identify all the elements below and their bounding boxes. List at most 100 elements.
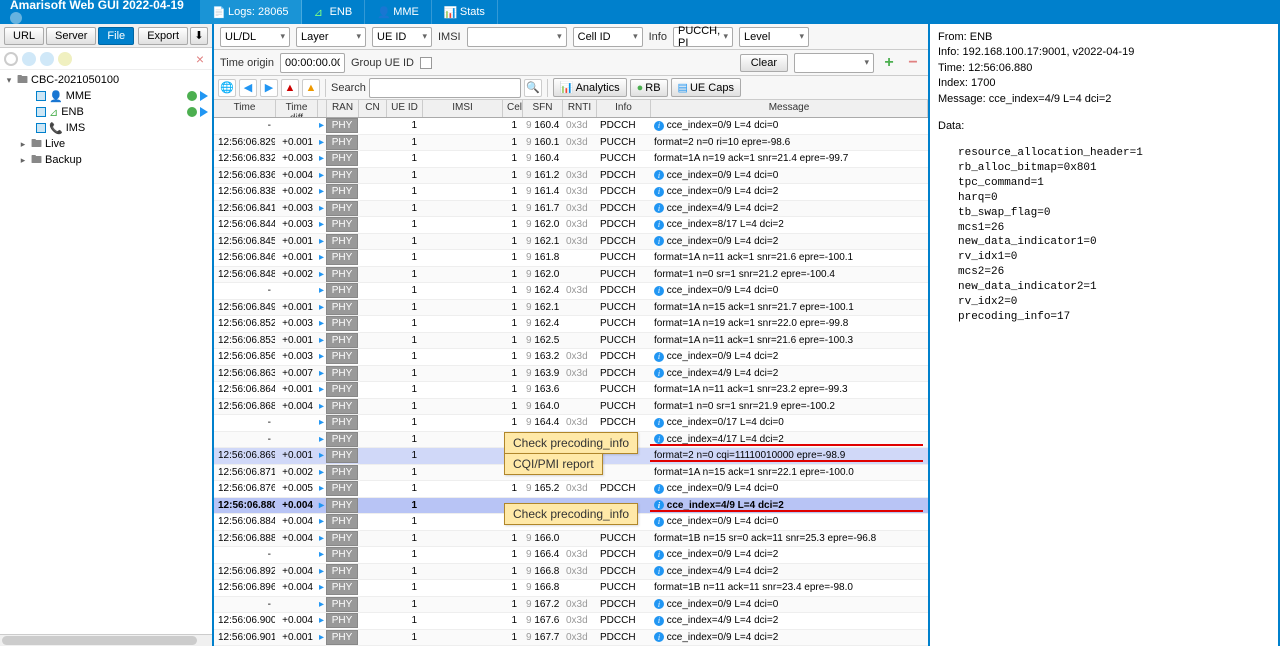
th-cell[interactable]: Cell bbox=[503, 100, 523, 117]
dl-arrow-icon: ▸ bbox=[319, 252, 324, 263]
close-icon[interactable]: × bbox=[196, 51, 208, 67]
search-input[interactable] bbox=[369, 78, 521, 98]
tab-enb[interactable]: ⊿ENB bbox=[302, 0, 366, 24]
group-ue-checkbox[interactable] bbox=[420, 57, 432, 69]
alert-icon[interactable]: ▲ bbox=[302, 79, 320, 97]
table-row[interactable]: 12:56:06.848+0.002▸PHY119 162.0PUCCHform… bbox=[214, 267, 928, 284]
next-icon[interactable]: ▶ bbox=[260, 79, 278, 97]
server-button[interactable]: Server bbox=[46, 27, 96, 45]
annotation-callout: Check precoding_info bbox=[504, 503, 638, 525]
clear-button[interactable]: Clear bbox=[740, 54, 788, 72]
table-row[interactable]: 12:56:06.863+0.007▸PHY119 163.90x3dPDCCH… bbox=[214, 366, 928, 383]
table-row[interactable]: 12:56:06.829+0.001▸PHY119 160.10x3dPUCCH… bbox=[214, 135, 928, 152]
table-row[interactable]: -▸PHY119 166.40x3dPDCCHi cce_index=0/9 L… bbox=[214, 547, 928, 564]
table-row[interactable]: 12:56:06.836+0.004▸PHY119 161.20x3dPDCCH… bbox=[214, 168, 928, 185]
analytics-button[interactable]: 📊Analytics bbox=[553, 78, 627, 97]
remove-icon[interactable]: − bbox=[904, 54, 922, 72]
filter-bar-1: UL/DL▾ Layer▾ UE ID▾ IMSI ▾ Cell ID▾ Inf… bbox=[214, 24, 928, 50]
dl-arrow-icon: ▸ bbox=[319, 186, 324, 197]
table-row[interactable]: -▸PHY119 160.40x3dPDCCHi cce_index=0/9 L… bbox=[214, 118, 928, 135]
circle-icon[interactable] bbox=[40, 52, 54, 66]
tree-root[interactable]: ▾🖿CBC-2021050100 bbox=[0, 72, 212, 88]
add-icon[interactable]: + bbox=[880, 54, 898, 72]
tab-mme[interactable]: 👤MME bbox=[365, 0, 432, 24]
rb-button[interactable]: ●RB bbox=[630, 79, 668, 97]
refresh-icon[interactable] bbox=[4, 52, 18, 66]
th-imsi[interactable]: IMSI bbox=[423, 100, 503, 117]
table-row[interactable]: 12:56:06.892+0.004▸PHY119 166.80x3dPDCCH… bbox=[214, 564, 928, 581]
info-icon: i bbox=[654, 220, 664, 230]
table-row[interactable]: 12:56:06.896+0.004▸PHY119 166.8PUCCHform… bbox=[214, 580, 928, 597]
dl-arrow-icon: ▸ bbox=[319, 137, 324, 148]
table-row[interactable]: 12:56:06.868+0.004▸PHY119 164.0PUCCHform… bbox=[214, 399, 928, 416]
table-row[interactable]: 12:56:06.864+0.001▸PHY119 163.6PUCCHform… bbox=[214, 382, 928, 399]
th-diff[interactable]: Time diff bbox=[276, 100, 318, 117]
warn-icon[interactable]: ▲ bbox=[281, 79, 299, 97]
tab-stats[interactable]: 📊Stats bbox=[432, 0, 498, 24]
dl-arrow-icon: ▸ bbox=[319, 351, 324, 362]
table-row[interactable]: 12:56:06.832+0.003▸PHY119 160.4PUCCHform… bbox=[214, 151, 928, 168]
table-row[interactable]: 12:56:06.901+0.001▸PHY119 167.70x3dPDCCH… bbox=[214, 630, 928, 646]
table-row[interactable]: 12:56:06.844+0.003▸PHY119 162.00x3dPDCCH… bbox=[214, 217, 928, 234]
dl-arrow-icon: ▸ bbox=[319, 203, 324, 214]
tree-mme[interactable]: 👤MME bbox=[0, 88, 212, 104]
hscrollbar[interactable] bbox=[0, 634, 212, 646]
ueid-select[interactable]: UE ID▾ bbox=[372, 27, 432, 47]
info-icon: i bbox=[654, 550, 664, 560]
th-info[interactable]: Info bbox=[597, 100, 651, 117]
th-sfn[interactable]: SFN bbox=[523, 100, 563, 117]
table-row[interactable]: 12:56:06.888+0.004▸PHY119 166.0PUCCHform… bbox=[214, 531, 928, 548]
dl-arrow-icon: ▸ bbox=[319, 318, 324, 329]
log-table[interactable]: Time Time diff RAN CN UE ID IMSI Cell SF… bbox=[214, 100, 928, 646]
globe-icon[interactable]: 🌐 bbox=[218, 79, 236, 97]
collapse-left-icon[interactable] bbox=[10, 12, 22, 24]
th-rnti[interactable]: RNTI bbox=[563, 100, 597, 117]
detail-from: From: ENB bbox=[938, 30, 1270, 45]
export-button[interactable]: Export bbox=[138, 27, 188, 45]
th-time[interactable]: Time bbox=[214, 100, 276, 117]
imsi-select[interactable]: ▾ bbox=[467, 27, 567, 47]
preset-select[interactable]: ▾ bbox=[794, 53, 874, 73]
cellid-select[interactable]: Cell ID▾ bbox=[573, 27, 643, 47]
info-select[interactable]: PUCCH, PI▾ bbox=[673, 27, 733, 47]
th-ran[interactable]: RAN bbox=[327, 100, 359, 117]
th-ueid[interactable]: UE ID bbox=[387, 100, 423, 117]
table-row[interactable]: 12:56:06.849+0.001▸PHY119 162.1PUCCHform… bbox=[214, 300, 928, 317]
tab-logs[interactable]: 📄Logs: 28065 bbox=[200, 0, 302, 24]
circle-icon[interactable] bbox=[22, 52, 36, 66]
prev-icon[interactable]: ◀ bbox=[239, 79, 257, 97]
table-row[interactable]: 12:56:06.838+0.002▸PHY119 161.40x3dPDCCH… bbox=[214, 184, 928, 201]
table-row[interactable]: 12:56:06.845+0.001▸PHY119 162.10x3dPDCCH… bbox=[214, 234, 928, 251]
table-row[interactable]: -▸PHY119 164.40x3dPDCCHi cce_index=0/17 … bbox=[214, 415, 928, 432]
dl-arrow-icon: ▸ bbox=[319, 599, 324, 610]
table-row[interactable]: 12:56:06.876+0.005▸PHY119 165.20x3dPDCCH… bbox=[214, 481, 928, 498]
url-button[interactable]: URL bbox=[4, 27, 44, 45]
download-icon[interactable]: ⬇ bbox=[190, 27, 208, 45]
table-row[interactable]: 12:56:06.900+0.004▸PHY119 167.60x3dPDCCH… bbox=[214, 613, 928, 630]
status-icon bbox=[187, 91, 197, 101]
uldl-select[interactable]: UL/DL▾ bbox=[220, 27, 290, 47]
table-row[interactable]: -▸PHY119 167.20x3dPDCCHi cce_index=0/9 L… bbox=[214, 597, 928, 614]
dl-arrow-icon: ▸ bbox=[319, 516, 324, 527]
tree-backup[interactable]: ▸🖿Backup bbox=[0, 152, 212, 168]
table-row[interactable]: 12:56:06.856+0.003▸PHY119 163.20x3dPDCCH… bbox=[214, 349, 928, 366]
annotation-callout: CQI/PMI report bbox=[504, 453, 603, 475]
ue-caps-button[interactable]: ▤UE Caps bbox=[671, 78, 741, 97]
table-row[interactable]: 12:56:06.841+0.003▸PHY119 161.70x3dPDCCH… bbox=[214, 201, 928, 218]
dl-arrow-icon: ▸ bbox=[319, 500, 324, 511]
left-panel: URL Server File Export ⬇ × ▾🖿CBC-2021050… bbox=[0, 24, 214, 646]
table-row[interactable]: 12:56:06.853+0.001▸PHY119 162.5PUCCHform… bbox=[214, 333, 928, 350]
table-row[interactable]: 12:56:06.846+0.001▸PHY119 161.8PUCCHform… bbox=[214, 250, 928, 267]
th-cn[interactable]: CN bbox=[359, 100, 387, 117]
table-row[interactable]: -▸PHY119 162.40x3dPDCCHi cce_index=0/9 L… bbox=[214, 283, 928, 300]
file-button[interactable]: File bbox=[98, 27, 134, 45]
layer-select[interactable]: Layer▾ bbox=[296, 27, 366, 47]
level-select[interactable]: Level▾ bbox=[739, 27, 809, 47]
tree-enb[interactable]: ⊿ENB bbox=[0, 104, 212, 120]
dl-arrow-icon: ▸ bbox=[319, 582, 324, 593]
circle-icon[interactable] bbox=[58, 52, 72, 66]
binoculars-icon[interactable]: 🔍 bbox=[524, 79, 542, 97]
time-origin-input[interactable] bbox=[280, 53, 345, 73]
table-row[interactable]: 12:56:06.852+0.003▸PHY119 162.4PUCCHform… bbox=[214, 316, 928, 333]
th-msg[interactable]: Message bbox=[651, 100, 928, 117]
